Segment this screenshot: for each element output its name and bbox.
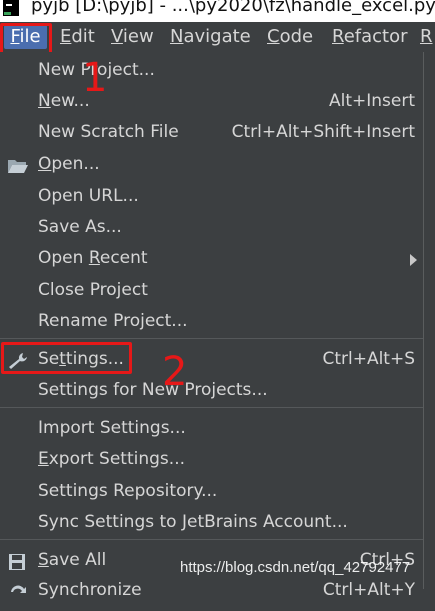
menu-item-rename-project-label: Rename Project... xyxy=(38,311,188,331)
submenu-arrow-icon xyxy=(410,254,417,266)
menu-item-new-mnemonic: N xyxy=(38,91,51,111)
menu-item-settings-new-projects[interactable]: Settings for New Projects... xyxy=(0,375,423,405)
file-dropdown-menu: New Project... New... Alt+Insert New Scr… xyxy=(0,52,424,600)
menu-refactor-rest: efactor xyxy=(343,26,408,47)
menu-item-export-settings-mnemonic: E xyxy=(38,449,49,469)
menu-item-new[interactable]: New... Alt+Insert xyxy=(0,86,423,116)
menu-item-open[interactable]: Open... xyxy=(0,149,423,179)
menu-code-mnemonic: C xyxy=(267,26,280,47)
sync-icon xyxy=(7,581,29,599)
menu-item-close-project-label: Close Project xyxy=(38,280,148,300)
menu-item-save-all-label: Save All xyxy=(38,545,106,575)
menu-item-open-mnemonic: O xyxy=(38,154,52,174)
menu-edit-rest: dit xyxy=(71,26,95,47)
menu-view[interactable]: View xyxy=(111,25,154,49)
menu-item-sync-settings-label: Sync Settings to JetBrains Account... xyxy=(38,512,348,532)
menu-item-save-all-rest: ave All xyxy=(48,550,107,570)
menu-item-open-recent-rest: ecent xyxy=(99,248,148,268)
menu-refactor-mnemonic: R xyxy=(332,26,344,47)
menu-item-open-recent-label: Open Recent xyxy=(38,243,148,273)
main-menu-bar: File Edit View Navigate Code Refactor R xyxy=(0,22,435,52)
menu-item-open-recent-mnemonic: R xyxy=(88,248,100,268)
menu-item-import-settings[interactable]: Import Settings... xyxy=(0,413,423,443)
menu-item-settings-repository[interactable]: Settings Repository... xyxy=(0,476,423,506)
menu-item-import-settings-label: Import Settings... xyxy=(38,418,186,438)
menu-separator xyxy=(0,338,423,339)
menu-view-rest: iew xyxy=(122,26,154,47)
menu-item-new-project[interactable]: New Project... xyxy=(0,55,423,85)
menu-item-sync-settings[interactable]: Sync Settings to JetBrains Account... xyxy=(0,507,423,537)
menu-item-open-url[interactable]: Open URL... xyxy=(0,181,423,211)
menu-item-settings-new-projects-label: Settings for New Projects... xyxy=(38,380,268,400)
menu-item-new-scratch-file-label: New Scratch File xyxy=(38,122,179,142)
menu-code-rest: ode xyxy=(279,26,314,47)
settings-highlight-box xyxy=(1,342,132,374)
menu-item-export-settings-rest: xport Settings... xyxy=(48,449,185,469)
menu-code[interactable]: Code xyxy=(267,25,313,49)
watermark-text: https://blog.csdn.net/qq_42792477 xyxy=(180,559,411,576)
menu-item-new-scratch-file[interactable]: New Scratch File Ctrl+Alt+Shift+Insert xyxy=(0,117,423,147)
window-title-bar: pyjb [D:\pyjb] - ...\py2020\fz\handle_ex… xyxy=(0,0,435,22)
menu-navigate[interactable]: Navigate xyxy=(170,25,251,49)
menu-item-rename-project[interactable]: Rename Project... xyxy=(0,306,423,336)
menu-item-new-scratch-file-shortcut: Ctrl+Alt+Shift+Insert xyxy=(231,122,415,142)
menu-item-synchronize-shortcut: Ctrl+Alt+Y xyxy=(322,580,415,600)
menu-item-open-recent-before: Open xyxy=(38,248,89,268)
menu-item-open-label: Open... xyxy=(38,149,100,179)
menu-item-synchronize-label: Synchronize xyxy=(38,580,142,600)
menu-separator xyxy=(0,407,423,408)
menu-item-save-as[interactable]: Save As... xyxy=(0,212,423,242)
menu-item-open-recent[interactable]: Open Recent xyxy=(0,243,423,273)
menu-edit[interactable]: Edit xyxy=(60,25,95,49)
step-2-annotation: 2 xyxy=(162,349,188,395)
menu-item-new-shortcut: Alt+Insert xyxy=(328,91,415,111)
window-title: pyjb [D:\pyjb] - ...\py2020\fz\handle_ex… xyxy=(31,0,435,16)
menu-item-save-all-mnemonic: S xyxy=(38,550,49,570)
menu-navigate-rest: avigate xyxy=(183,26,251,47)
save-icon xyxy=(7,551,29,570)
menu-refactor[interactable]: Refactor xyxy=(332,25,408,49)
menu-item-export-settings[interactable]: Export Settings... xyxy=(0,444,423,474)
step-1-annotation: 1 xyxy=(82,55,108,101)
menu-item-settings-repository-label: Settings Repository... xyxy=(38,481,218,501)
pycharm-app-icon xyxy=(3,0,19,16)
menu-run-partial[interactable]: R xyxy=(420,25,433,49)
menu-view-mnemonic: V xyxy=(111,26,123,47)
menu-edit-mnemonic: E xyxy=(60,26,72,47)
menu-item-close-project[interactable]: Close Project xyxy=(0,275,423,305)
menu-item-save-as-label: Save As... xyxy=(38,217,122,237)
folder-icon xyxy=(7,155,29,173)
menu-item-open-url-label: Open URL... xyxy=(38,186,139,206)
menu-item-export-settings-label: Export Settings... xyxy=(38,444,185,474)
menu-item-settings-shortcut: Ctrl+Alt+S xyxy=(322,349,415,369)
menu-run-mnemonic: R xyxy=(420,26,433,47)
menu-item-synchronize[interactable]: Synchronize Ctrl+Alt+Y xyxy=(0,575,423,605)
menu-navigate-mnemonic: N xyxy=(170,26,184,47)
menu-item-open-rest: pen... xyxy=(51,154,100,174)
menu-separator xyxy=(0,539,423,540)
